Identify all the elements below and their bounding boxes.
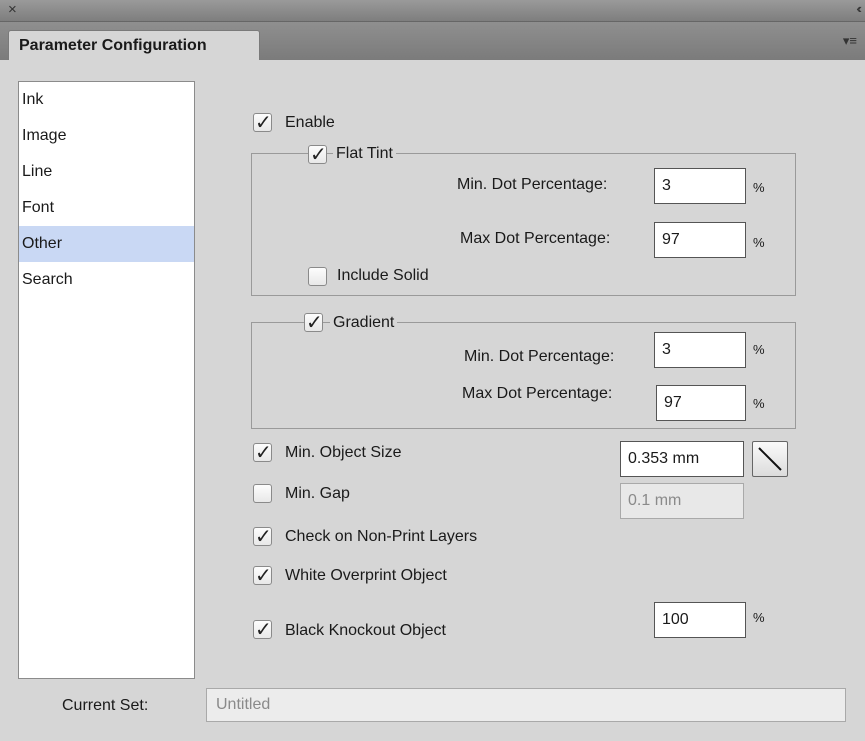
- panel-titlebar: × ‹‹: [0, 0, 865, 22]
- gradient-max-input[interactable]: 97: [656, 385, 746, 421]
- panel-menu-icon[interactable]: ▾≡: [843, 33, 857, 49]
- percent-unit: %: [753, 180, 765, 195]
- percent-unit: %: [753, 396, 765, 411]
- min-gap-label: Min. Gap: [285, 485, 350, 502]
- sidebar-item-image[interactable]: Image: [19, 118, 194, 154]
- current-set-label: Current Set:: [62, 697, 149, 714]
- min-object-size-checkbox[interactable]: ✓: [253, 442, 272, 464]
- white-overprint-checkbox[interactable]: ✓: [253, 565, 272, 587]
- flat-tint-max-label: Max Dot Percentage:: [460, 230, 611, 247]
- percent-unit: %: [753, 342, 765, 357]
- gradient-min-input[interactable]: 3: [654, 332, 746, 368]
- black-knockout-label: Black Knockout Object: [285, 622, 446, 639]
- min-object-size-button[interactable]: [752, 441, 788, 477]
- min-gap-checkbox[interactable]: ✓: [253, 484, 272, 503]
- check-icon: ✓: [255, 565, 272, 587]
- category-list: Ink Image Line Font Other Search: [18, 81, 195, 679]
- check-icon: ✓: [255, 112, 272, 134]
- flat-tint-checkbox[interactable]: ✓: [308, 144, 327, 166]
- black-knockout-input[interactable]: 100: [654, 602, 746, 638]
- panel-body: Ink Image Line Font Other Search ✓ Enabl…: [0, 60, 865, 741]
- include-solid-label: Include Solid: [337, 267, 429, 284]
- percent-unit: %: [753, 235, 765, 250]
- check-non-print-checkbox[interactable]: ✓: [253, 526, 272, 548]
- tab-strip: Parameter Configuration ▾≡: [0, 22, 865, 61]
- flat-tint-max-input[interactable]: 97: [654, 222, 746, 258]
- sidebar-item-line[interactable]: Line: [19, 154, 194, 190]
- check-icon: ✓: [255, 619, 272, 641]
- tab-parameter-configuration[interactable]: Parameter Configuration: [8, 30, 260, 61]
- gradient-max-label: Max Dot Percentage:: [462, 385, 613, 402]
- enable-label: Enable: [285, 114, 335, 131]
- flat-tint-min-label: Min. Dot Percentage:: [457, 176, 608, 193]
- check-icon: ✓: [255, 442, 272, 464]
- sidebar-item-ink[interactable]: Ink: [19, 82, 194, 118]
- min-object-size-label: Min. Object Size: [285, 444, 402, 461]
- flat-tint-min-input[interactable]: 3: [654, 168, 746, 204]
- enable-checkbox[interactable]: ✓: [253, 112, 272, 134]
- check-icon: ✓: [306, 312, 323, 334]
- black-knockout-checkbox[interactable]: ✓: [253, 619, 272, 641]
- gradient-checkbox[interactable]: ✓: [304, 312, 323, 334]
- percent-unit: %: [753, 610, 765, 625]
- flat-tint-label: Flat Tint: [333, 145, 396, 163]
- min-object-size-input[interactable]: 0.353 mm: [620, 441, 744, 477]
- check-icon: ✓: [255, 526, 272, 548]
- sidebar-item-other[interactable]: Other: [19, 226, 194, 262]
- gradient-label: Gradient: [330, 314, 398, 332]
- collapse-icon[interactable]: ‹‹: [856, 1, 861, 16]
- current-set-field: Untitled: [206, 688, 846, 722]
- white-overprint-label: White Overprint Object: [285, 567, 447, 584]
- include-solid-checkbox[interactable]: ✓: [308, 267, 327, 286]
- check-non-print-label: Check on Non-Print Layers: [285, 528, 478, 545]
- sidebar-item-font[interactable]: Font: [19, 190, 194, 226]
- diagonal-line-icon: [758, 447, 782, 471]
- check-icon: ✓: [310, 144, 327, 166]
- gradient-min-label: Min. Dot Percentage:: [464, 348, 615, 365]
- close-icon[interactable]: ×: [8, 1, 17, 18]
- min-gap-input: 0.1 mm: [620, 483, 744, 519]
- sidebar-item-search[interactable]: Search: [19, 262, 194, 298]
